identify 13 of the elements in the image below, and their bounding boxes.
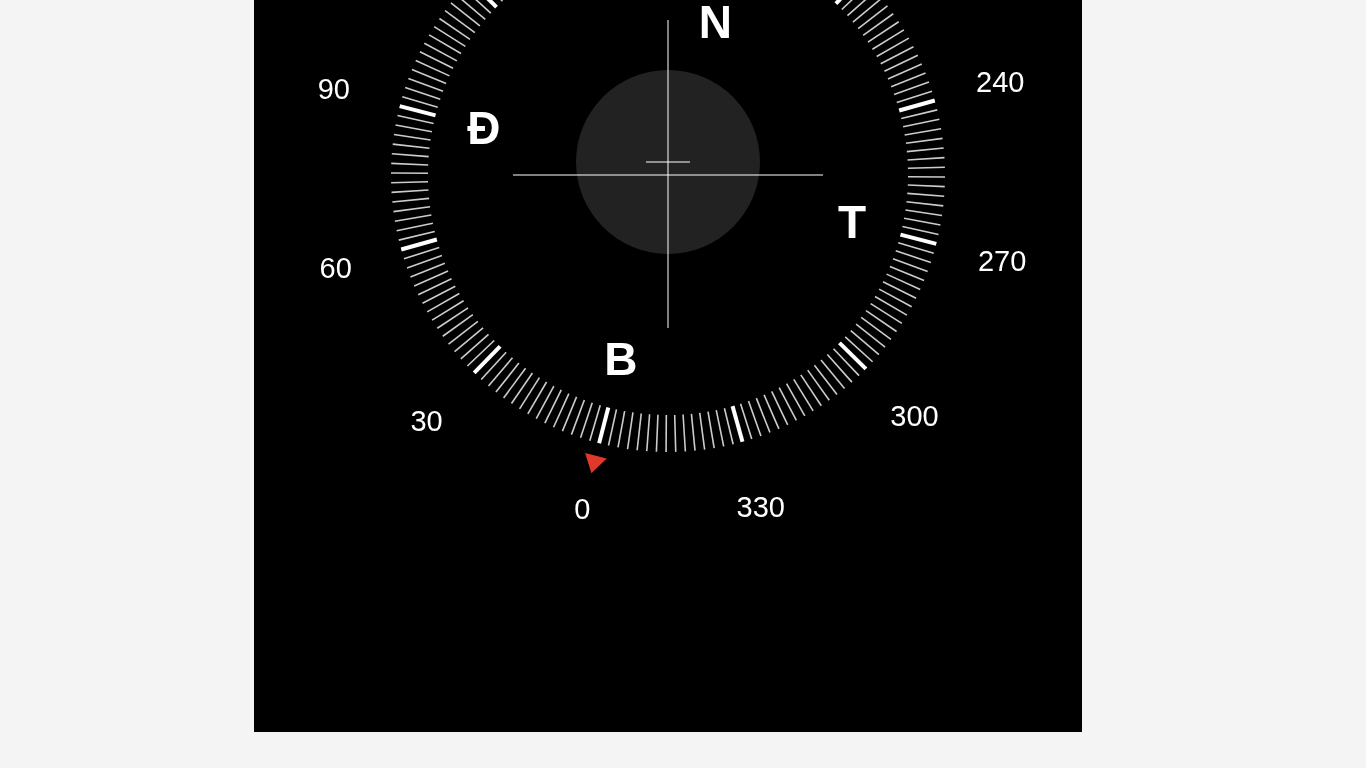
degree-label: 240	[976, 66, 1025, 99]
degree-label: 60	[319, 251, 352, 284]
degree-label: 0	[574, 493, 591, 526]
degree-label: 30	[410, 405, 443, 438]
degree-label: 330	[736, 491, 785, 524]
cardinal-label: Đ	[467, 101, 501, 154]
degree-label: 300	[890, 400, 939, 433]
degree-label: 270	[977, 244, 1027, 277]
degree-label: 90	[317, 73, 350, 106]
cardinal-label: N	[698, 0, 732, 48]
north-marker-icon	[585, 452, 607, 474]
cardinal-label: T	[838, 196, 867, 249]
cardinal-label: B	[604, 333, 638, 386]
